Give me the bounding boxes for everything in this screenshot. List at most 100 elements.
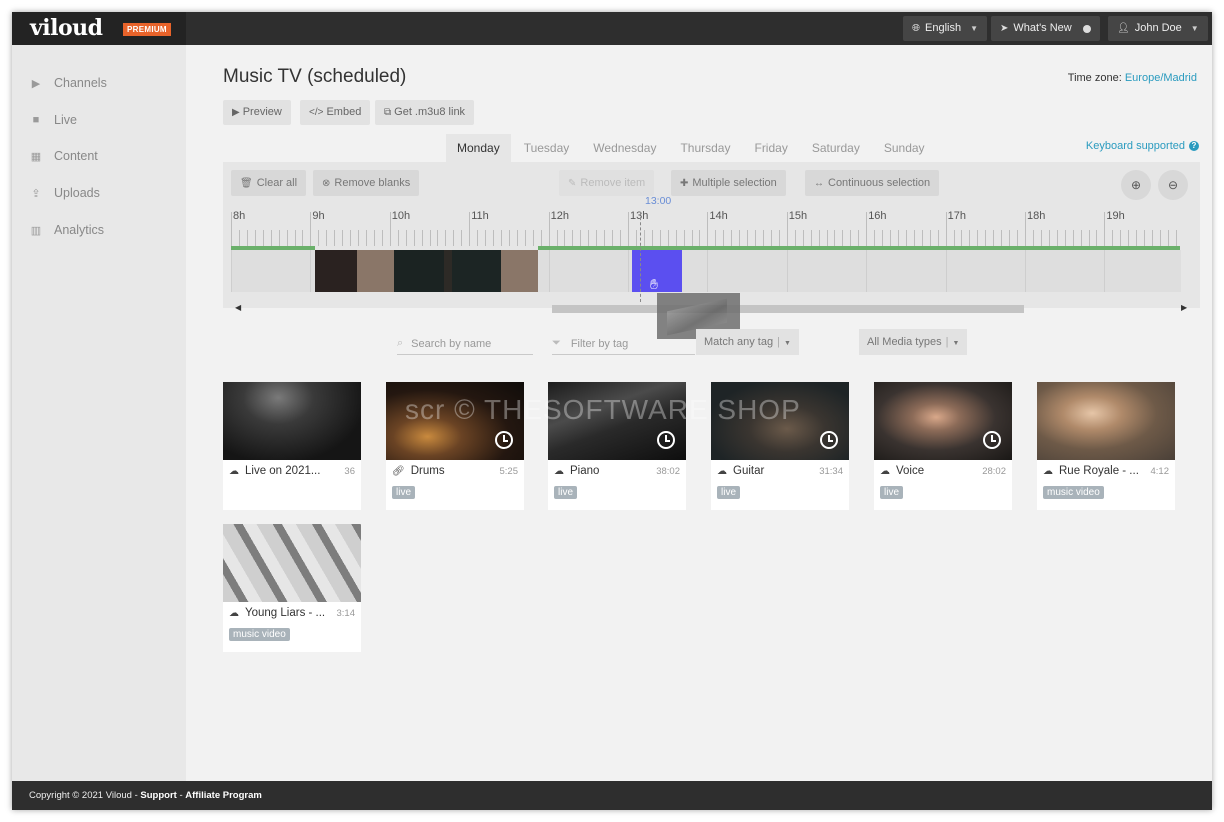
m3u8-link-button[interactable]: ⧉ Get .m3u8 link (375, 100, 475, 125)
rocket-icon: ➤ (1000, 23, 1009, 34)
filter-icon: ⏷ (552, 337, 561, 349)
ruler-tick (667, 230, 669, 246)
user-menu[interactable]: 👤︎ John Doe ▼ (1108, 16, 1208, 41)
zoom-in-button[interactable]: ⊕ (1121, 170, 1151, 200)
support-link[interactable]: Support (140, 790, 176, 801)
time-ruler[interactable]: 13:00 8h 9h 10h 11h 12h 13h 14h 15h 16h 17h 18h 19h (231, 195, 1181, 250)
ruler-tick (294, 230, 296, 246)
grab-hand-cursor-icon: ✋︎ (650, 276, 658, 292)
ruler-tick (953, 230, 955, 246)
hour-gridline (945, 250, 947, 292)
ruler-tick (890, 230, 892, 246)
sidebar-item-live[interactable]: ■ Live (30, 110, 77, 130)
ruler-tick (508, 230, 510, 246)
sidebar-item-content[interactable]: ▦ Content (30, 146, 98, 166)
hour-gridline (628, 250, 629, 292)
media-card[interactable]: ☁ Live on 2021... 36 (223, 382, 361, 510)
ruler-tick (485, 230, 487, 246)
tab-sunday[interactable]: Sunday (873, 134, 936, 162)
ruler-tick (945, 212, 947, 246)
media-card[interactable]: ☁ Voice 28:02 live (874, 382, 1012, 510)
timeline-scrollbar[interactable] (552, 305, 1024, 313)
clear-all-label: Clear all (256, 177, 298, 189)
tag-filter-input[interactable]: ⏷ Filter by tag (552, 333, 695, 355)
embed-label: Embed (326, 106, 362, 118)
scheduled-block-young-liars[interactable] (501, 250, 538, 292)
logo[interactable]: viloud (30, 15, 103, 41)
match-mode-select[interactable]: Match any tag | ▼ (696, 329, 799, 355)
sidebar-item-channels[interactable]: ▶ Channels (30, 73, 107, 93)
remove-item-button[interactable]: ✎ Remove item (559, 170, 655, 196)
tab-friday[interactable]: Friday (743, 134, 798, 162)
ruler-tick (826, 230, 828, 246)
language-dropdown[interactable]: 🌐︎ English ▼ (903, 16, 987, 41)
affiliate-program-link[interactable]: Affiliate Program (185, 790, 262, 801)
sidebar-item-analytics[interactable]: ▥ Analytics (30, 220, 104, 240)
ruler-tick (723, 230, 725, 246)
hour-label: 17h (947, 210, 966, 222)
media-tag[interactable]: live (554, 486, 578, 499)
ruler-tick (874, 230, 876, 246)
ruler-tick (1104, 212, 1106, 246)
globe-icon: 🌐︎ (912, 23, 920, 34)
premium-badge: PREMIUM (123, 23, 171, 36)
ruler-tick (1128, 230, 1130, 246)
ruler-tick (1175, 230, 1177, 246)
media-tag[interactable]: music video (1043, 486, 1104, 499)
ruler-tick (643, 230, 645, 246)
scheduled-block-guitar[interactable] (452, 250, 501, 292)
ruler-tick (238, 230, 240, 246)
zoom-out-button[interactable]: ⊖ (1158, 170, 1188, 200)
ruler-tick (246, 230, 248, 246)
preview-button[interactable]: ▶ Preview (223, 100, 291, 125)
media-tag[interactable]: music video (229, 628, 290, 641)
tab-saturday[interactable]: Saturday (801, 134, 871, 162)
hour-gridline (1025, 250, 1026, 292)
embed-button[interactable]: </> Embed (300, 100, 371, 125)
whats-new-button[interactable]: ➤ What's New (991, 16, 1100, 41)
ruler-tick (810, 230, 812, 246)
multiple-selection-button[interactable]: ✚ Multiple selection (671, 170, 786, 196)
ruler-tick (588, 230, 590, 246)
scroll-right-arrow-icon[interactable]: ▶ (1181, 303, 1187, 312)
ruler-tick (794, 230, 796, 246)
tab-tuesday[interactable]: Tuesday (513, 134, 581, 162)
remove-blanks-button[interactable]: ⊗ Remove blanks (313, 170, 420, 196)
scheduled-block-rue-royale[interactable] (357, 250, 394, 292)
scroll-left-arrow-icon[interactable]: ◀ (235, 303, 241, 312)
clock-icon (495, 431, 513, 449)
sidebar-item-uploads[interactable]: ⇪ Uploads (30, 183, 99, 203)
media-tag[interactable]: live (880, 486, 904, 499)
tab-wednesday[interactable]: Wednesday (582, 134, 667, 162)
ruler-tick (469, 212, 471, 246)
schedule-track[interactable] (231, 250, 1181, 292)
tab-thursday[interactable]: Thursday (669, 134, 741, 162)
media-tag[interactable]: live (717, 486, 741, 499)
ruler-tick (564, 230, 566, 246)
scheduled-block-piano[interactable] (394, 250, 444, 292)
clear-all-button[interactable]: 🗑︎ Clear all (231, 170, 307, 196)
preview-label: Preview (242, 106, 282, 118)
search-input[interactable]: ⌕ Search by name (397, 333, 533, 355)
app-window: viloud PREMIUM 🌐︎ English ▼ ➤ What's New… (12, 12, 1212, 810)
media-card[interactable]: ☁ Rue Royale - ... 4:12 music video (1037, 382, 1175, 510)
scheduled-block-drums[interactable] (444, 250, 452, 292)
tab-monday[interactable]: Monday (446, 134, 511, 162)
hour-label: 18h (1027, 210, 1046, 222)
timezone-link[interactable]: Europe/Madrid (1125, 72, 1197, 84)
media-card[interactable]: ☁ Young Liars - ... 3:14 music video (223, 524, 361, 652)
ruler-tick (342, 230, 344, 246)
ruler-tick (1009, 230, 1011, 246)
scheduled-block-live-on[interactable] (315, 250, 357, 292)
continuous-selection-button[interactable]: ↔ Continuous selection (805, 170, 940, 196)
keyboard-supported-hint[interactable]: Keyboard supported ? (1086, 140, 1199, 152)
continuous-selection-label: Continuous selection (828, 177, 931, 189)
logo-area: viloud PREMIUM (12, 12, 186, 45)
top-bar: viloud PREMIUM 🌐︎ English ▼ ➤ What's New… (12, 12, 1212, 45)
media-type-select[interactable]: All Media types | ▼ (859, 329, 968, 355)
media-tag[interactable]: live (392, 486, 416, 499)
chevron-down-icon: ▼ (1190, 24, 1199, 33)
media-name: Live on 2021... (245, 465, 321, 477)
whats-new-label: What's New (1013, 22, 1072, 34)
schedule-timeline: 🗑︎ Clear all ⊗ Remove blanks ✎ Remove item … (223, 162, 1200, 313)
